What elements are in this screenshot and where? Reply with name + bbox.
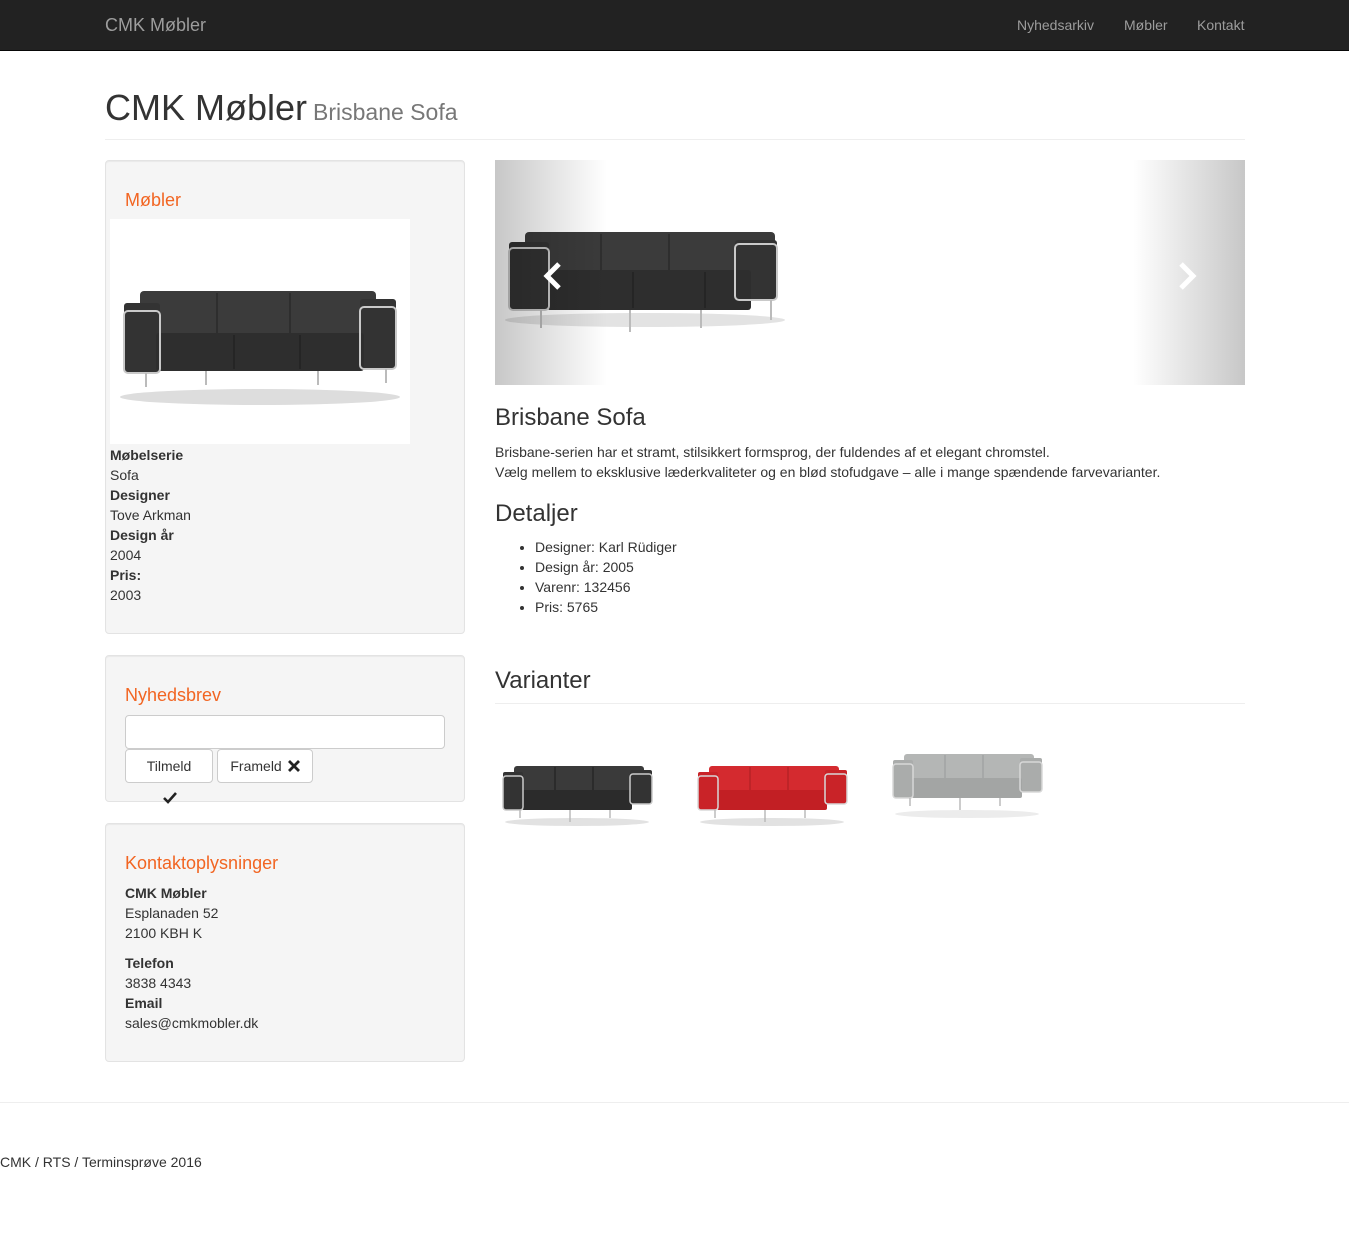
field-label-designer: Designer xyxy=(110,487,170,503)
nav-link-kontakt[interactable]: Kontakt xyxy=(1197,17,1244,33)
field-value-series: Sofa xyxy=(110,467,139,483)
newsletter-panel: Nyhedsbrev Tilmeld Frameld xyxy=(105,655,465,804)
variant-thumbnail-black[interactable] xyxy=(500,750,654,830)
contact-address-line1: Esplanaden 52 xyxy=(125,905,219,921)
detail-price: Pris: 5765 xyxy=(535,597,677,617)
footer-divider xyxy=(0,1102,1349,1103)
detail-item-number: Varenr: 132456 xyxy=(535,577,677,597)
contact-company: CMK Møbler xyxy=(125,885,207,901)
variant-thumbnail-grey[interactable] xyxy=(890,742,1044,822)
check-icon xyxy=(163,792,177,804)
product-description: Brisbane-serien har et stramt, stilsikke… xyxy=(495,442,1235,482)
contact-phone-label: Telefon xyxy=(125,955,174,971)
newsletter-panel-title: Nyhedsbrev xyxy=(125,685,222,705)
newsletter-email-input[interactable] xyxy=(125,715,445,749)
variants-divider xyxy=(495,703,1245,704)
product-description-line2: Vælg mellem to eksklusive læderkvalitete… xyxy=(495,464,1161,480)
product-carousel xyxy=(495,160,1245,385)
field-value-design-year: 2004 xyxy=(110,547,142,563)
footer-text: CMK / RTS / Terminsprøve 2016 xyxy=(0,1154,202,1170)
contact-phone: 3838 4343 xyxy=(125,975,192,991)
field-label-price: Pris: xyxy=(110,567,142,583)
close-icon xyxy=(287,760,300,772)
contact-address: CMK Møbler Esplanaden 52 2100 KBH K Tele… xyxy=(125,883,258,1033)
carousel-prev-control[interactable] xyxy=(495,160,607,385)
contact-address-line2: 2100 KBH K xyxy=(125,925,203,941)
subscribe-button[interactable]: Tilmeld xyxy=(125,749,213,804)
subscribe-button-label: Tilmeld xyxy=(146,758,192,774)
detail-designer: Designer: Karl Rüdiger xyxy=(535,537,677,557)
chevron-left-icon xyxy=(543,262,561,290)
contact-panel: Kontaktoplysninger CMK Møbler Esplanaden… xyxy=(105,823,465,1062)
furniture-details: Møbelserie Sofa Designer Tove Arkman Des… xyxy=(110,445,191,605)
variants-heading: Varianter xyxy=(495,667,591,694)
contact-email: sales@cmkmobler.dk xyxy=(125,1015,259,1031)
page-title-main: CMK Møbler xyxy=(105,87,308,128)
page-title: CMK Møbler Brisbane Sofa xyxy=(105,88,1245,132)
page-header: CMK Møbler Brisbane Sofa xyxy=(105,88,1245,140)
chevron-right-icon xyxy=(1179,262,1197,290)
field-value-price: 2003 xyxy=(110,587,142,603)
unsubscribe-button[interactable]: Frameld xyxy=(217,749,313,783)
sofa-image xyxy=(120,291,400,405)
page-title-subtitle: Brisbane Sofa xyxy=(313,99,458,125)
field-label-design-year: Design år xyxy=(110,527,174,543)
detail-design-year: Design år: 2005 xyxy=(535,557,677,577)
details-heading: Detaljer xyxy=(495,500,578,527)
product-description-line1: Brisbane-serien har et stramt, stilsikke… xyxy=(495,444,1050,460)
product-title: Brisbane Sofa xyxy=(495,404,646,431)
contact-email-label: Email xyxy=(125,995,163,1011)
unsubscribe-button-label: Frameld xyxy=(230,758,282,774)
contact-panel-title: Kontaktoplysninger xyxy=(125,853,279,873)
brand-link[interactable]: CMK Møbler xyxy=(105,15,206,36)
field-label-series: Møbelserie xyxy=(110,447,184,463)
field-value-designer: Tove Arkman xyxy=(110,507,191,523)
nav-link-mobler[interactable]: Møbler xyxy=(1124,17,1168,33)
top-navbar: CMK Møbler Nyhedsarkiv Møbler Kontakt xyxy=(0,0,1349,51)
details-list: Designer: Karl Rüdiger Design år: 2005 V… xyxy=(535,537,677,617)
carousel-next-control[interactable] xyxy=(1133,160,1245,385)
variant-thumbnail-red[interactable] xyxy=(695,750,849,830)
nav-link-nyhedsarkiv[interactable]: Nyhedsarkiv xyxy=(1017,17,1094,33)
product-thumbnail xyxy=(110,219,410,444)
furniture-panel: Møbler Møbelserie Sofa Designer Tove Ark… xyxy=(105,160,465,634)
furniture-panel-title: Møbler xyxy=(125,190,182,210)
